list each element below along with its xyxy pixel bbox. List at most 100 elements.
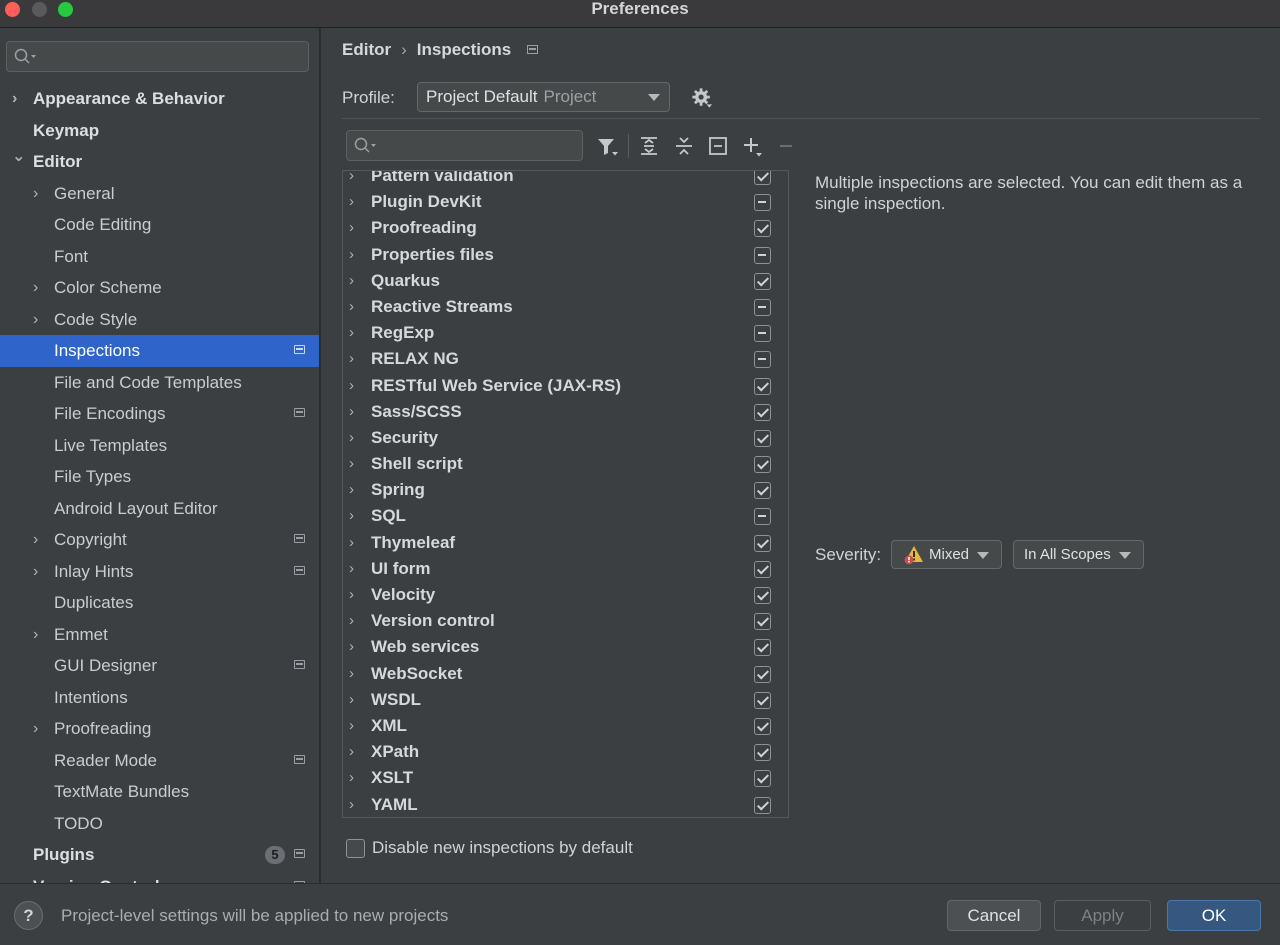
sidebar-item-live-templates[interactable]: Live Templates: [0, 430, 319, 462]
inspection-row[interactable]: › RegExp: [343, 320, 788, 346]
chevron-right-icon[interactable]: ›: [349, 425, 354, 451]
inspection-row[interactable]: › Version control: [343, 608, 788, 634]
chevron-right-icon[interactable]: ›: [349, 320, 354, 346]
inspection-enabled-checkbox[interactable]: [754, 298, 771, 316]
add-icon[interactable]: [740, 134, 764, 158]
inspection-row[interactable]: › Sass/SCSS: [343, 399, 788, 425]
chevron-right-icon[interactable]: ›: [349, 268, 354, 294]
inspection-row[interactable]: › XML: [343, 713, 788, 739]
inspection-tree[interactable]: › Pattern validation › Plugin DevKit › Proofr…: [342, 170, 789, 818]
breadcrumb-editor[interactable]: Editor: [342, 40, 391, 59]
chevron-right-icon[interactable]: ›: [349, 582, 354, 608]
sidebar-item-file-types[interactable]: File Types: [0, 461, 319, 493]
chevron-right-icon[interactable]: ›: [349, 608, 354, 634]
chevron-right-icon[interactable]: ›: [349, 189, 354, 215]
expand-all-icon[interactable]: [637, 134, 661, 158]
inspection-enabled-checkbox[interactable]: [754, 171, 771, 185]
inspection-enabled-checkbox[interactable]: [754, 220, 771, 238]
chevron-right-icon[interactable]: ›: [349, 215, 354, 241]
inspection-row[interactable]: › Plugin DevKit: [343, 189, 788, 215]
reset-to-default-icon[interactable]: [706, 134, 730, 158]
inspection-row[interactable]: › Velocity: [343, 582, 788, 608]
inspection-enabled-checkbox[interactable]: [754, 691, 771, 709]
inspection-row[interactable]: › Web services: [343, 634, 788, 660]
sidebar-item-color-scheme[interactable]: › Color Scheme: [0, 272, 319, 304]
settings-search-input[interactable]: [6, 41, 309, 72]
scope-dropdown[interactable]: In All Scopes: [1013, 540, 1144, 569]
inspection-enabled-checkbox[interactable]: [754, 639, 771, 657]
inspection-enabled-checkbox[interactable]: [754, 246, 771, 264]
inspection-row[interactable]: › Security: [343, 425, 788, 451]
inspection-search-input[interactable]: [346, 130, 583, 161]
chevron-right-icon[interactable]: ›: [349, 242, 354, 268]
chevron-right-icon[interactable]: ›: [349, 765, 354, 791]
inspection-enabled-checkbox[interactable]: [754, 272, 771, 290]
inspection-row[interactable]: › Reactive Streams: [343, 294, 788, 320]
inspection-enabled-checkbox[interactable]: [754, 194, 771, 212]
chevron-right-icon[interactable]: ›: [349, 792, 354, 818]
inspection-enabled-checkbox[interactable]: [754, 429, 771, 447]
sidebar-item-editor[interactable]: ⌄ Editor: [0, 146, 319, 178]
inspection-row[interactable]: › XPath: [343, 739, 788, 765]
inspection-row[interactable]: › UI form: [343, 556, 788, 582]
inspection-enabled-checkbox[interactable]: [754, 665, 771, 683]
chevron-right-icon[interactable]: ›: [33, 524, 38, 556]
chevron-right-icon[interactable]: ›: [349, 346, 354, 372]
sidebar-item-textmate-bundles[interactable]: TextMate Bundles: [0, 776, 319, 808]
inspection-enabled-checkbox[interactable]: [754, 587, 771, 604]
sidebar-item-duplicates[interactable]: Duplicates: [0, 587, 319, 619]
inspection-enabled-checkbox[interactable]: [754, 560, 771, 578]
sidebar-item-appearance-behavior[interactable]: › Appearance & Behavior: [0, 83, 319, 115]
apply-button[interactable]: Apply: [1054, 900, 1151, 931]
gear-icon[interactable]: [691, 87, 713, 109]
ok-button[interactable]: OK: [1167, 900, 1261, 931]
chevron-right-icon[interactable]: ›: [349, 739, 354, 765]
sidebar-item-emmet[interactable]: › Emmet: [0, 619, 319, 651]
severity-dropdown[interactable]: Mixed: [891, 540, 1002, 569]
sidebar-item-code-editing[interactable]: Code Editing: [0, 209, 319, 241]
inspection-row[interactable]: › Pattern validation: [343, 171, 788, 189]
inspection-row[interactable]: › Thymeleaf: [343, 530, 788, 556]
chevron-right-icon[interactable]: ›: [349, 661, 354, 687]
chevron-down-icon[interactable]: ⌄: [12, 141, 25, 173]
chevron-right-icon[interactable]: ›: [12, 871, 17, 884]
sidebar-item-inspections[interactable]: Inspections: [0, 335, 319, 367]
chevron-right-icon[interactable]: ›: [33, 713, 38, 745]
inspection-enabled-checkbox[interactable]: [754, 613, 771, 631]
chevron-right-icon[interactable]: ›: [12, 83, 17, 115]
inspection-row[interactable]: › XSLT: [343, 765, 788, 791]
inspection-enabled-checkbox[interactable]: [754, 508, 771, 526]
disable-new-inspections-label[interactable]: Disable new inspections by default: [372, 838, 633, 858]
filter-icon[interactable]: [595, 134, 619, 158]
help-button[interactable]: ?: [14, 901, 43, 930]
chevron-right-icon[interactable]: ›: [349, 451, 354, 477]
inspection-enabled-checkbox[interactable]: [754, 325, 771, 343]
chevron-right-icon[interactable]: ›: [349, 556, 354, 582]
inspection-enabled-checkbox[interactable]: [754, 744, 771, 762]
chevron-right-icon[interactable]: ›: [33, 556, 38, 588]
inspection-row[interactable]: › RESTful Web Service (JAX-RS): [343, 373, 788, 399]
inspection-row[interactable]: › Shell script: [343, 451, 788, 477]
sidebar-item-keymap[interactable]: Keymap: [0, 115, 319, 147]
chevron-right-icon[interactable]: ›: [349, 373, 354, 399]
sidebar-item-version-control[interactable]: › Version Control: [0, 871, 319, 884]
inspection-enabled-checkbox[interactable]: [754, 403, 771, 421]
sidebar-item-intentions[interactable]: Intentions: [0, 682, 319, 714]
cancel-button[interactable]: Cancel: [947, 900, 1041, 931]
inspection-row[interactable]: › Spring: [343, 477, 788, 503]
inspection-row[interactable]: › WebSocket: [343, 661, 788, 687]
inspection-enabled-checkbox[interactable]: [754, 482, 771, 500]
chevron-right-icon[interactable]: ›: [349, 530, 354, 556]
inspection-enabled-checkbox[interactable]: [754, 796, 771, 814]
disable-new-inspections-checkbox[interactable]: [346, 839, 365, 858]
inspection-enabled-checkbox[interactable]: [754, 456, 771, 474]
inspection-row[interactable]: › Proofreading: [343, 215, 788, 241]
chevron-right-icon[interactable]: ›: [349, 477, 354, 503]
collapse-all-icon[interactable]: [672, 134, 696, 158]
inspection-row[interactable]: › RELAX NG: [343, 346, 788, 372]
inspection-enabled-checkbox[interactable]: [754, 534, 771, 552]
sidebar-item-proofreading[interactable]: › Proofreading: [0, 713, 319, 745]
sidebar-item-file-and-code-templates[interactable]: File and Code Templates: [0, 367, 319, 399]
sidebar-item-todo[interactable]: TODO: [0, 808, 319, 840]
sidebar-item-gui-designer[interactable]: GUI Designer: [0, 650, 319, 682]
